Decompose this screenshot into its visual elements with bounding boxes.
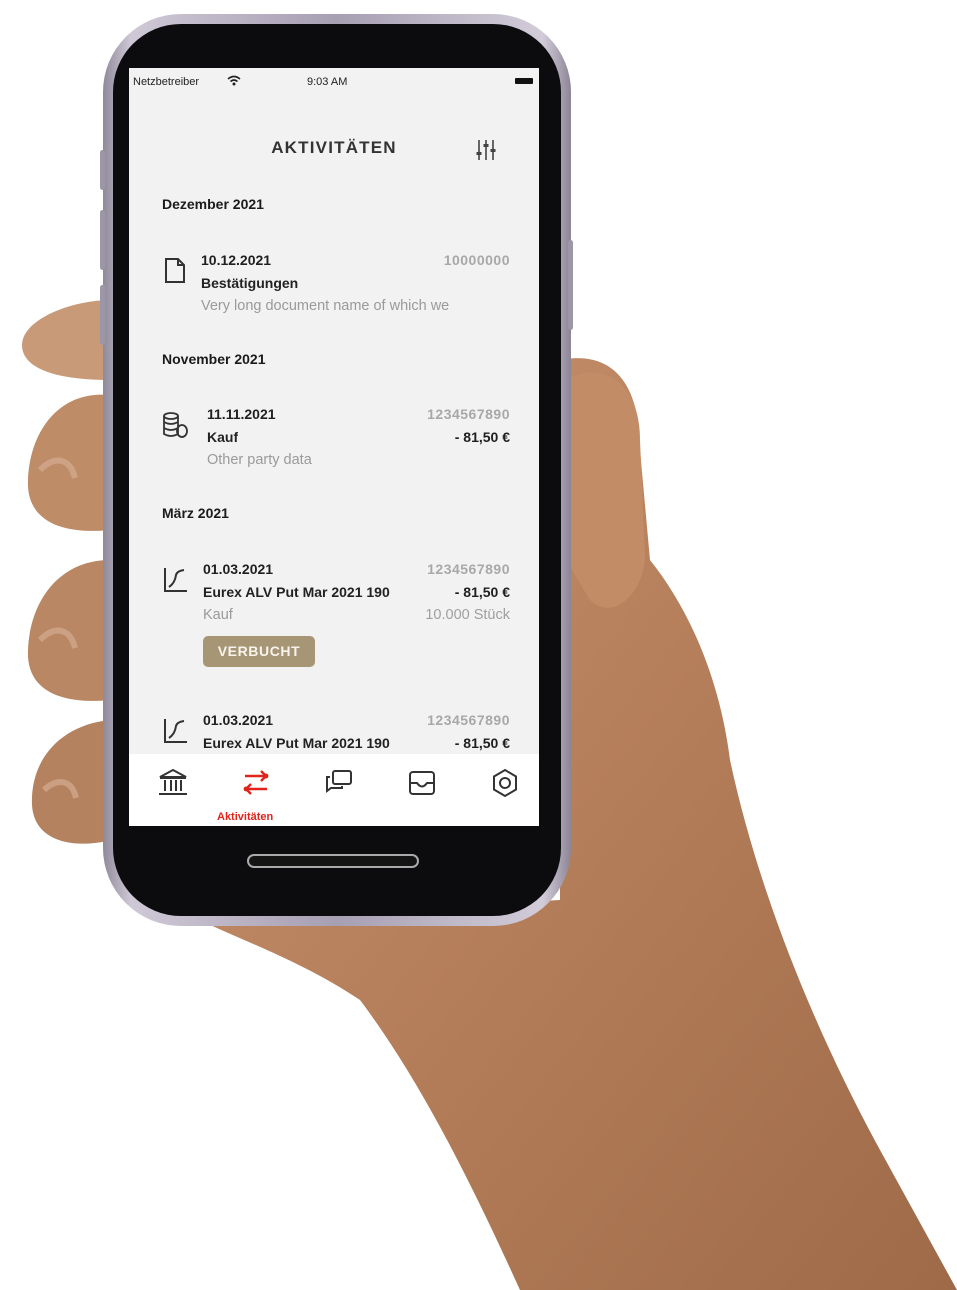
activity-subtitle: Other party data [207,452,312,468]
month-header: Dezember 2021 [162,196,264,212]
carrier-label: Netzbetreiber [133,76,200,88]
inbox-icon[interactable] [405,766,439,800]
month-header: März 2021 [162,505,229,521]
chart-icon [164,568,187,592]
power-button [568,240,573,330]
status-badge: VERBUCHT [203,636,315,667]
activity-ref: 1234567890 [427,712,510,728]
activity-date: 01.03.2021 [203,561,274,577]
activity-amount: - 81,50 € [454,735,510,751]
tab-label-activities[interactable]: Aktivitäten [217,811,273,823]
activity-subtitle: Very long document name of which we [201,298,450,314]
activity-ref: 1234567890 [427,561,510,577]
activity-row[interactable]: 10.12.2021 10000000 Bestätigungen Very l… [129,252,539,322]
chart-icon [164,719,187,743]
activity-date: 11.11.2021 [207,406,276,422]
activity-date: 01.03.2021 [203,712,274,728]
activity-subtitle: Kauf [203,607,233,623]
activity-amount: - 81,50 € [454,429,510,445]
settings-icon[interactable] [488,766,522,800]
activity-name: Eurex ALV Put Mar 2021 190 [203,735,390,751]
activity-name: Kauf [207,429,239,445]
volume-button [100,285,105,345]
chat-icon[interactable] [322,766,356,800]
month-header: November 2021 [162,351,266,367]
activity-name: Eurex ALV Put Mar 2021 190 [203,584,390,600]
bank-icon[interactable] [156,766,190,800]
volume-button [100,210,105,270]
wifi-icon [227,75,241,86]
coins-icon [163,412,188,438]
filter-sliders-icon[interactable] [475,138,497,162]
home-indicator [247,854,419,868]
activity-row[interactable]: 01.03.2021 1234567890 Eurex ALV Put Mar … [129,712,539,756]
app-screen: Netzbetreiber 9:03 AM AKTIVITÄTEN Dezemb… [129,68,539,826]
bottom-tab-bar: Aktivitäten [129,754,539,826]
activity-amount: - 81,50 € [454,584,510,600]
battery-icon [515,78,533,84]
transfer-icon[interactable] [239,766,273,800]
activity-quantity: 10.000 Stück [425,607,510,623]
activity-name: Bestätigungen [201,275,299,291]
activity-row[interactable]: 11.11.2021 1234567890 Kauf - 81,50 € Oth… [129,406,539,476]
volume-button [100,150,105,190]
status-bar: Netzbetreiber 9:03 AM [129,68,539,94]
activity-ref: 1234567890 [427,406,510,422]
activity-ref: 10000000 [443,252,510,268]
activity-date: 10.12.2021 [201,252,272,268]
activity-row[interactable]: 01.03.2021 1234567890 Eurex ALV Put Mar … [129,561,539,671]
status-time: 9:03 AM [307,76,348,88]
document-icon [165,258,185,283]
